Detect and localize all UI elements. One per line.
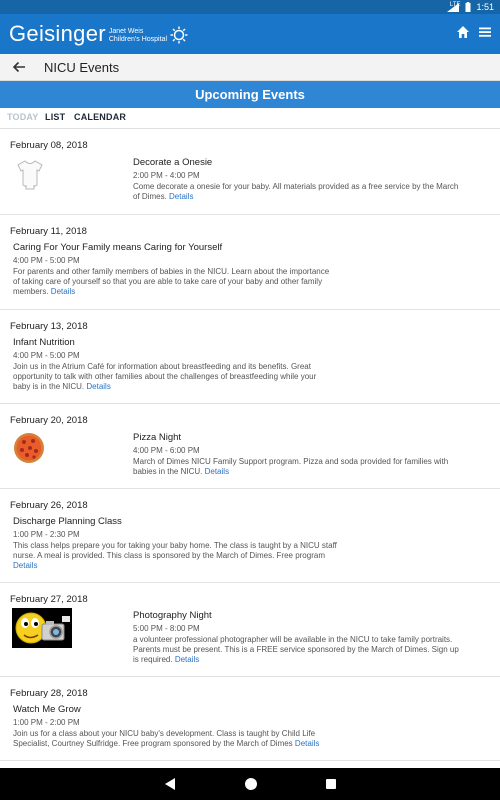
brand-subtitle: Janet Weis Children's Hospital <box>109 28 167 44</box>
home-circle-icon[interactable] <box>243 776 259 792</box>
onesie-image <box>17 160 43 190</box>
event-date: February 13, 2018 <box>10 321 88 332</box>
details-link[interactable]: Details <box>205 467 229 476</box>
status-bar: LTE 1:51 <box>0 0 500 14</box>
brand-sub-line2: Children's Hospital <box>108 36 167 43</box>
page-title: NICU Events <box>44 60 120 75</box>
event-description: Join us in the Atrium Café for informati… <box>13 362 317 392</box>
page-header: NICU Events <box>0 54 500 81</box>
system-nav-bar <box>0 768 500 800</box>
event-title[interactable]: Discharge Planning Class <box>13 516 122 527</box>
events-list[interactable]: February 08, 2018 Decorate a Onesie 2:00… <box>0 128 500 768</box>
event-title[interactable]: Infant Nutrition <box>13 337 75 348</box>
details-link[interactable]: Details <box>169 192 193 201</box>
event-time: 2:00 PM - 4:00 PM <box>133 171 200 180</box>
event-description: March of Dimes NICU Family Support progr… <box>133 457 449 477</box>
menu-icon[interactable] <box>478 25 492 39</box>
lte-label: LTE <box>449 2 461 8</box>
event-date: February 20, 2018 <box>10 415 88 426</box>
event-title[interactable]: Watch Me Grow <box>13 704 81 715</box>
brand-logo: Geisinger Janet Weis Children's Hospital <box>9 21 188 47</box>
app-bar: Geisinger Janet Weis Children's Hospital <box>0 14 500 54</box>
tab-calendar[interactable]: CALENDAR <box>74 112 126 122</box>
event-time: 4:00 PM - 5:00 PM <box>13 351 80 360</box>
details-link[interactable]: Details <box>51 287 75 296</box>
details-link[interactable]: Details <box>86 382 110 391</box>
event-date: February 11, 2018 <box>10 226 87 237</box>
sun-logo-icon <box>170 26 188 43</box>
event-description: For parents and other family members of … <box>13 267 330 297</box>
event-title[interactable]: Photography Night <box>133 610 212 621</box>
event-item[interactable]: February 11, 2018 Caring For Your Family… <box>0 215 500 310</box>
camera-smiley-image <box>12 608 72 648</box>
event-item[interactable]: February 28, 2018 Watch Me Grow 1:00 PM … <box>0 677 500 761</box>
back-triangle-icon[interactable] <box>163 776 177 792</box>
view-tabs: TODAY LIST CALENDAR <box>0 108 500 128</box>
event-description: Come decorate a onesie for your baby. Al… <box>133 182 459 202</box>
event-description: Join us for a class about your NICU baby… <box>13 729 320 749</box>
back-arrow-icon[interactable] <box>12 60 26 74</box>
details-link[interactable]: Details <box>13 561 37 570</box>
event-item[interactable]: February 20, 2018 Pizza Night 4:00 PM - … <box>0 404 500 489</box>
details-link[interactable]: Details <box>295 739 319 748</box>
event-title[interactable]: Pizza Night <box>133 432 181 443</box>
event-item[interactable]: February 13, 2018 Infant Nutrition 4:00 … <box>0 310 500 404</box>
event-date: February 08, 2018 <box>10 140 88 151</box>
tab-today[interactable]: TODAY <box>7 112 39 122</box>
event-description: This class helps prepare you for taking … <box>13 541 337 571</box>
event-item[interactable]: February 27, 2018 Photography Night 5:00… <box>0 583 500 677</box>
brand-sub-line1: Janet Weis <box>108 28 144 35</box>
event-date: February 28, 2018 <box>10 688 88 699</box>
event-title[interactable]: Decorate a Onesie <box>133 157 212 168</box>
upcoming-events-banner: Upcoming Events <box>0 81 500 108</box>
event-time: 4:00 PM - 6:00 PM <box>133 446 200 455</box>
pizza-image <box>14 433 44 463</box>
event-time: 1:00 PM - 2:00 PM <box>13 718 80 727</box>
home-icon[interactable] <box>456 25 470 39</box>
event-date: February 26, 2018 <box>10 500 88 511</box>
tab-list[interactable]: LIST <box>45 112 65 122</box>
brand-name: Geisinger <box>9 21 106 46</box>
event-title[interactable]: Caring For Your Family means Caring for … <box>13 242 222 253</box>
event-time: 1:00 PM - 2:30 PM <box>13 530 80 539</box>
event-time: 4:00 PM - 5:00 PM <box>13 256 80 265</box>
battery-icon <box>465 2 471 12</box>
event-time: 5:00 PM - 8:00 PM <box>133 624 200 633</box>
clock: 1:51 <box>476 2 494 12</box>
details-link[interactable]: Details <box>175 655 199 664</box>
event-date: February 27, 2018 <box>10 594 88 605</box>
event-item[interactable]: February 08, 2018 Decorate a Onesie 2:00… <box>0 129 500 215</box>
recents-square-icon[interactable] <box>323 776 339 792</box>
event-description: a volunteer professional photographer wi… <box>133 635 459 665</box>
event-item[interactable]: February 26, 2018 Discharge Planning Cla… <box>0 489 500 583</box>
